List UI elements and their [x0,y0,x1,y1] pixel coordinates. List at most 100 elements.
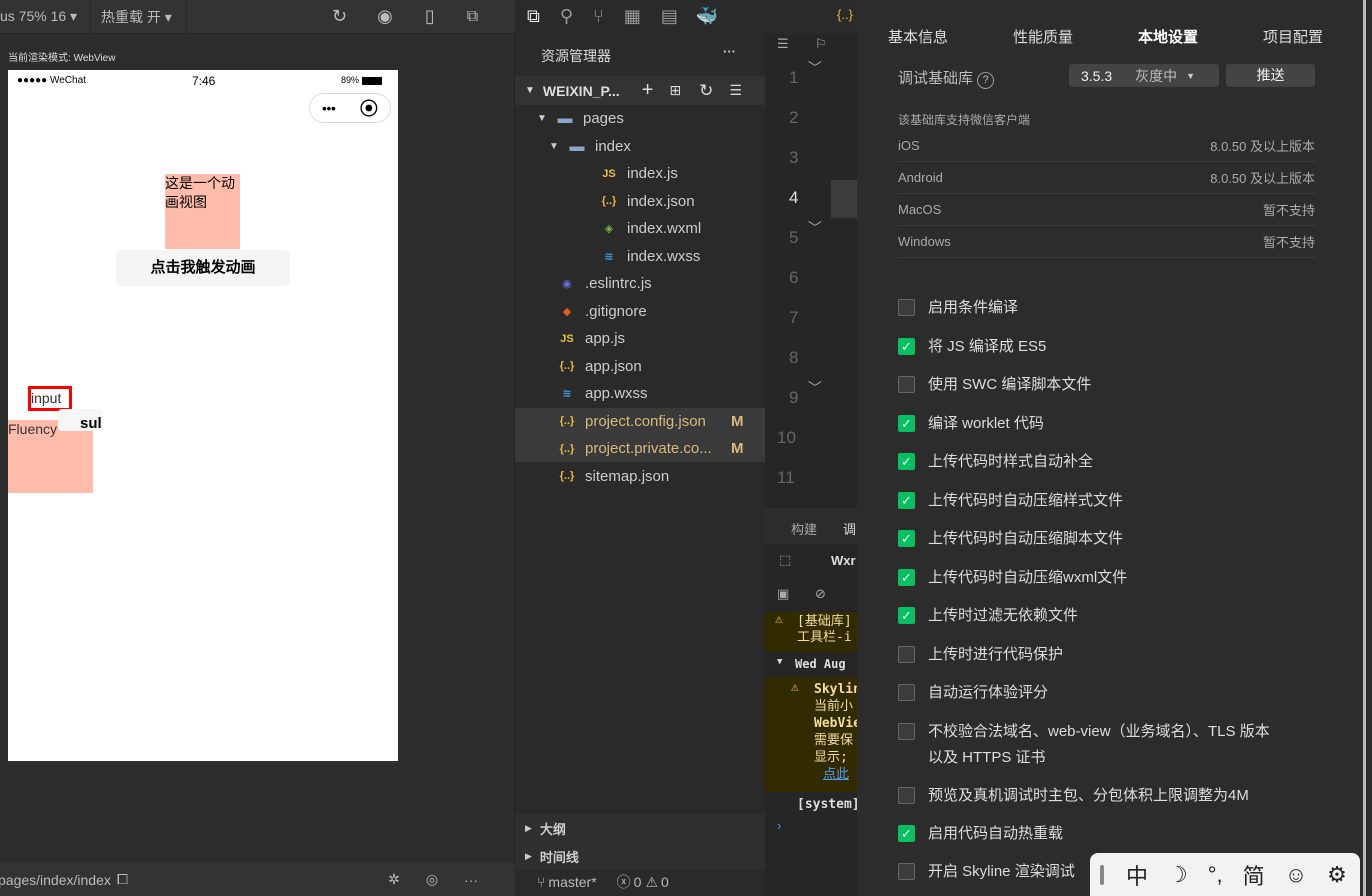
file-tree-item[interactable]: ≋ app.wxss [515,380,765,407]
debug-icon[interactable]: ✲ [388,871,400,888]
file-tree-item[interactable]: ◉ .eslintrc.js [515,270,765,297]
push-button[interactable]: 推送 [1226,64,1315,87]
fold-icon[interactable]: ﹀ [808,218,822,238]
clear-icon[interactable]: ⊘ [815,586,826,602]
bookmark-icon[interactable]: ⚐ [815,36,827,52]
punctuation-toggle[interactable]: °, [1208,862,1223,888]
source-control-icon[interactable]: ⑂ [593,6,604,27]
moon-icon[interactable]: ☽ [1168,862,1188,888]
option-row[interactable]: ✓ 上传代码时自动压缩样式文件 [898,488,1123,514]
phone-icon[interactable]: ▯ [425,6,435,27]
error-icon[interactable]: ⓧ [617,872,631,892]
console-prompt-icon[interactable]: › [777,818,781,833]
branch-name[interactable]: master* [548,874,596,890]
checkbox[interactable]: ✓ [898,530,915,547]
capsule-menu[interactable]: ••• ⦿ [309,93,391,123]
lib-version-select[interactable]: 3.5.3 灰度中 ▼ [1069,64,1219,87]
window-icon[interactable]: ⧉ [467,8,478,26]
tab-debugger[interactable]: 调 [843,519,856,538]
refresh-icon[interactable]: ↻ [332,6,347,27]
collapse-icon[interactable]: ☰ [729,82,742,99]
file-tree-item[interactable]: {..} sitemap.json [515,463,765,490]
checkbox[interactable]: ✓ [898,569,915,586]
more-icon[interactable]: ··· [723,44,736,59]
checkbox[interactable] [898,863,915,880]
tab-0[interactable]: 基本信息 [888,26,948,47]
inspect-icon[interactable]: ⬚ [779,552,791,568]
sidebar-toggle-icon[interactable]: ▣ [777,586,789,602]
checkbox[interactable]: ✓ [898,415,915,432]
input-field[interactable]: input [28,386,72,411]
checkbox[interactable]: ✓ [898,825,915,842]
option-row[interactable]: 开启 Skyline 渲染调试 [898,859,1075,885]
file-tree-item[interactable]: ▼ ▬ index [515,133,765,160]
extensions-icon[interactable]: ▦ [624,6,641,27]
checkbox[interactable] [898,646,915,663]
checkbox[interactable]: ✓ [898,607,915,624]
drag-handle[interactable] [1100,864,1104,885]
language-toggle[interactable]: 中 [1126,859,1148,891]
checkbox[interactable] [898,376,915,393]
option-row[interactable]: 启用条件编译 [898,295,1018,321]
device-select[interactable]: us 75% 16 ▾ [0,8,90,25]
eye-icon[interactable]: ◎ [426,871,438,888]
scrollbar[interactable] [1363,0,1366,896]
file-tree-item[interactable]: JS app.js [515,325,765,352]
option-row[interactable]: ✓ 上传代码时样式自动补全 [898,449,1093,475]
checkbox[interactable]: ✓ [898,492,915,509]
file-tree-item[interactable]: ◆ .gitignore [515,298,765,325]
option-row[interactable]: 使用 SWC 编译脚本文件 [898,372,1091,398]
stop-icon[interactable]: ◉ [377,6,393,27]
checkbox[interactable] [898,684,915,701]
tab-1[interactable]: 性能质量 [1013,26,1073,47]
file-tree-item[interactable]: ▼ ▬ pages [515,105,765,132]
new-folder-icon[interactable]: ⊞ [669,82,681,99]
file-tree-item[interactable]: {..} project.private.co... M [515,435,765,462]
more-icon[interactable]: ··· [464,872,478,888]
option-row[interactable]: 不校验合法域名、web-view（业务域名）、TLS 版本以及 HTTPS 证书 [898,719,1278,771]
project-header[interactable]: ▼ WEIXIN_P... + ⊞ ↻ ☰ [515,76,765,105]
checkbox[interactable] [898,299,915,316]
checkbox[interactable]: ✓ [898,338,915,355]
console-link[interactable]: 点此 [814,766,857,783]
refresh-icon[interactable]: ↻ [699,81,713,101]
file-tree-item[interactable]: JS index.js [515,160,765,187]
simplified-toggle[interactable]: 简 [1243,859,1265,891]
option-row[interactable]: ✓ 上传代码时自动压缩wxml文件 [898,565,1127,591]
file-tree-item[interactable]: ◈ index.wxml [515,215,765,242]
list-icon[interactable]: ☰ [777,36,789,52]
storage-icon[interactable]: ▤ [661,6,678,27]
file-tree-item[interactable]: {..} project.config.json M [515,407,765,435]
close-icon[interactable]: ⦿ [360,95,378,121]
files-icon[interactable]: ⧉ [527,6,540,27]
copy-icon[interactable]: ⧠ [117,871,128,888]
checkbox[interactable]: ✓ [898,453,915,470]
outline-section[interactable]: ▶ 大纲 [515,814,765,842]
fold-icon[interactable]: ﹀ [808,58,822,78]
search-icon[interactable]: ⚲ [560,6,573,27]
timeline-section[interactable]: ▶ 时间线 [515,842,765,870]
fold-icon[interactable]: ﹀ [808,378,822,398]
file-tree-item[interactable]: {..} index.json [515,188,765,215]
option-row[interactable]: ✓ 上传时过滤无依赖文件 [898,603,1078,629]
checkbox[interactable] [898,723,915,740]
hot-reload-select[interactable]: 热重载 开 ▾ [101,7,181,27]
trigger-animation-button[interactable]: 点击我触发动画 [116,250,290,286]
tab-3[interactable]: 项目配置 [1263,26,1323,47]
option-row[interactable]: 自动运行体验评分 [898,680,1048,706]
tab-wxml[interactable]: Wxr [831,553,856,568]
json-tab-icon[interactable]: {..} [837,7,853,22]
option-row[interactable]: ✓ 编译 worklet 代码 [898,411,1044,437]
tab-build[interactable]: 构建 [791,519,817,538]
new-file-icon[interactable]: + [642,79,654,102]
option-row[interactable]: ✓ 将 JS 编译成 ES5 [898,334,1046,360]
help-icon[interactable]: ? [977,72,995,89]
file-tree-item[interactable]: ≋ index.wxss [515,243,765,270]
file-tree-item[interactable]: {..} app.json [515,353,765,380]
checkbox[interactable] [898,787,915,804]
error-count[interactable]: 0 [634,874,642,890]
docker-icon[interactable]: 🐳 [696,6,718,27]
warning-icon[interactable]: ⚠ [645,874,658,891]
option-row[interactable]: 预览及真机调试时主包、分包体积上限调整为4M [898,783,1249,809]
gear-icon[interactable]: ⚙ [1327,862,1347,888]
